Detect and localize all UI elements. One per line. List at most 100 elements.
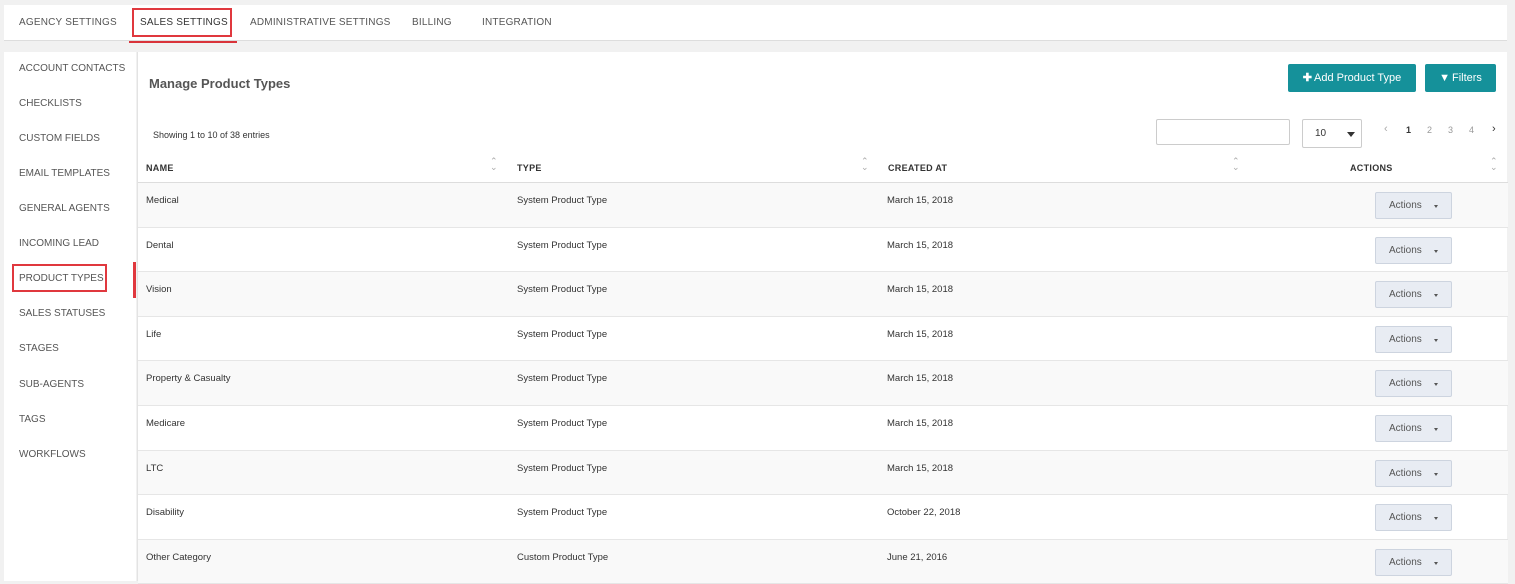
cell-created-at: March 15, 2018 bbox=[887, 284, 954, 296]
cell-type: System Product Type bbox=[517, 462, 608, 474]
cell-type: System Product Type bbox=[517, 195, 608, 206]
cell-name: Property & Casualty bbox=[146, 373, 231, 385]
cell-created-at: March 15, 2018 bbox=[887, 328, 954, 340]
actions-dropdown-button[interactable]: Actions bbox=[1375, 504, 1452, 532]
sidebar-item-workflows[interactable]: WORKFLOWS bbox=[19, 449, 86, 460]
cell-type: System Product Type bbox=[517, 418, 608, 429]
search-input[interactable] bbox=[1156, 119, 1290, 145]
caret-down-icon bbox=[1434, 205, 1438, 208]
cell-created-at: June 21, 2016 bbox=[887, 551, 948, 563]
cell-created-at: March 15, 2018 bbox=[887, 239, 954, 251]
actions-label: Actions bbox=[1389, 244, 1422, 256]
page-size-select[interactable]: 10 bbox=[1302, 119, 1362, 148]
tab-integration[interactable]: INTEGRATION bbox=[482, 5, 552, 41]
cell-created-at: March 15, 2018 bbox=[887, 373, 954, 385]
cell-name: Other Category bbox=[146, 551, 211, 563]
caret-down-icon bbox=[1434, 294, 1438, 298]
prev-page-icon[interactable]: ‹ bbox=[1384, 123, 1388, 135]
actions-label: Actions bbox=[1389, 333, 1422, 345]
table-row: Life System Product Type March 15, 2018 Act… bbox=[138, 317, 1508, 362]
table-row: Dental System Product Type March 15, 2018 A… bbox=[138, 228, 1508, 273]
cell-name: Disability bbox=[146, 507, 185, 519]
sort-icon[interactable]: ⌃ ⌄ bbox=[490, 157, 498, 172]
cell-type: System Product Type bbox=[517, 284, 608, 296]
filters-button[interactable]: ▼ Filters bbox=[1425, 64, 1496, 92]
cell-type: System Product Type bbox=[517, 328, 608, 340]
caret-down-icon bbox=[1434, 249, 1438, 253]
actions-dropdown-button[interactable]: Actions bbox=[1375, 192, 1452, 219]
caret-down-icon bbox=[1434, 383, 1438, 387]
sidebar-item-general-agents[interactable]: GENERAL AGENTS bbox=[19, 203, 110, 214]
cell-type: System Product Type bbox=[517, 373, 608, 385]
tab-billing[interactable]: BILLING bbox=[412, 5, 452, 41]
page-link-3[interactable]: 3 bbox=[1448, 125, 1453, 135]
table-row: Medical System Product Type March 15, 2018… bbox=[138, 183, 1508, 228]
cell-type: System Product Type bbox=[517, 239, 608, 251]
actions-dropdown-button[interactable]: Actions bbox=[1375, 281, 1452, 309]
page-link-2[interactable]: 2 bbox=[1427, 125, 1432, 135]
caret-down-icon bbox=[1434, 338, 1438, 342]
sidebar-item-sales-statuses[interactable]: SALES STATUSES bbox=[19, 308, 105, 319]
top-navigation: AGENCY SETTINGS SALES SETTINGS ADMINISTR… bbox=[4, 5, 1507, 43]
actions-dropdown-button[interactable]: Actions bbox=[1375, 548, 1452, 576]
page-link-1[interactable]: 1 bbox=[1406, 125, 1411, 135]
caret-down-icon bbox=[1434, 428, 1438, 431]
main-panel: Manage Product Types ✚ Add Product Type ▼… bbox=[137, 52, 1508, 584]
tab-administrative-settings[interactable]: ADMINISTRATIVE SETTINGS bbox=[250, 5, 391, 41]
actions-dropdown-button[interactable]: Actions bbox=[1375, 236, 1452, 264]
column-header-created-at[interactable]: CREATED AT bbox=[888, 163, 947, 173]
actions-label: Actions bbox=[1389, 556, 1422, 568]
sidebar-item-tags[interactable]: TAGS bbox=[19, 414, 45, 425]
sidebar-item-checklists[interactable]: CHECKLISTS bbox=[19, 98, 82, 109]
table-row: Property & Casualty System Product Type Ma… bbox=[138, 361, 1508, 406]
plus-icon: ✚ bbox=[1302, 72, 1312, 84]
cell-type: System Product Type bbox=[517, 507, 608, 519]
column-header-actions[interactable]: ACTIONS bbox=[1350, 163, 1393, 173]
column-header-type[interactable]: TYPE bbox=[517, 163, 542, 173]
sidebar-item-product-types[interactable]: PRODUCT TYPES bbox=[19, 273, 104, 284]
sidebar-item-email-templates[interactable]: EMAIL TEMPLATES bbox=[19, 168, 110, 179]
sort-icon[interactable]: ⌃ ⌄ bbox=[1232, 157, 1240, 172]
actions-label: Actions bbox=[1389, 423, 1422, 434]
sort-icon[interactable]: ⌃ ⌄ bbox=[861, 157, 869, 172]
actions-dropdown-button[interactable]: Actions bbox=[1375, 459, 1452, 487]
table-row: Other Category Custom Product Type June 21… bbox=[138, 539, 1508, 584]
actions-label: Actions bbox=[1389, 467, 1422, 479]
caret-down-icon bbox=[1434, 561, 1438, 565]
cell-created-at: March 15, 2018 bbox=[887, 195, 954, 206]
actions-label: Actions bbox=[1389, 200, 1422, 211]
sidebar-item-sub-agents[interactable]: SUB-AGENTS bbox=[19, 379, 84, 390]
entries-info: Showing 1 to 10 of 38 entries bbox=[153, 130, 270, 140]
tab-sales-settings[interactable]: SALES SETTINGS bbox=[129, 5, 237, 43]
actions-label: Actions bbox=[1389, 289, 1422, 301]
table-row: Medicare System Product Type March 15, 201… bbox=[138, 406, 1508, 451]
page-link-4[interactable]: 4 bbox=[1469, 125, 1474, 135]
caret-down-icon bbox=[1434, 472, 1438, 476]
cell-name: Dental bbox=[146, 239, 174, 251]
actions-dropdown-button[interactable]: Actions bbox=[1375, 370, 1452, 398]
cell-type: Custom Product Type bbox=[517, 551, 609, 563]
sidebar-item-stages[interactable]: STAGES bbox=[19, 343, 59, 354]
sort-icon[interactable]: ⌃ ⌄ bbox=[1490, 157, 1498, 172]
tab-agency-settings[interactable]: AGENCY SETTINGS bbox=[19, 5, 117, 41]
table-row: Vision System Product Type March 15, 2018 A… bbox=[138, 272, 1508, 317]
cell-created-at: March 15, 2018 bbox=[887, 418, 954, 429]
cell-created-at: March 15, 2018 bbox=[887, 462, 954, 474]
add-product-type-button[interactable]: ✚ Add Product Type bbox=[1288, 64, 1416, 92]
column-header-name[interactable]: NAME bbox=[146, 163, 174, 173]
cell-name: LTC bbox=[146, 462, 164, 474]
sidebar-item-incoming-lead[interactable]: INCOMING LEAD bbox=[19, 238, 99, 249]
filter-icon: ▼ bbox=[1439, 72, 1450, 84]
cell-name: Vision bbox=[146, 284, 172, 296]
cell-name: Medicare bbox=[146, 418, 186, 429]
sidebar: ACCOUNT CONTACTS CHECKLISTS CUSTOM FIELD… bbox=[4, 52, 136, 581]
actions-label: Actions bbox=[1389, 378, 1422, 390]
actions-label: Actions bbox=[1389, 512, 1422, 524]
next-page-icon[interactable]: › bbox=[1492, 123, 1496, 135]
actions-dropdown-button[interactable]: Actions bbox=[1375, 415, 1452, 442]
cell-name: Life bbox=[146, 328, 162, 340]
page-title: Manage Product Types bbox=[149, 76, 291, 91]
sidebar-item-custom-fields[interactable]: CUSTOM FIELDS bbox=[19, 133, 100, 144]
sidebar-item-account-contacts[interactable]: ACCOUNT CONTACTS bbox=[19, 63, 125, 74]
actions-dropdown-button[interactable]: Actions bbox=[1375, 325, 1452, 353]
